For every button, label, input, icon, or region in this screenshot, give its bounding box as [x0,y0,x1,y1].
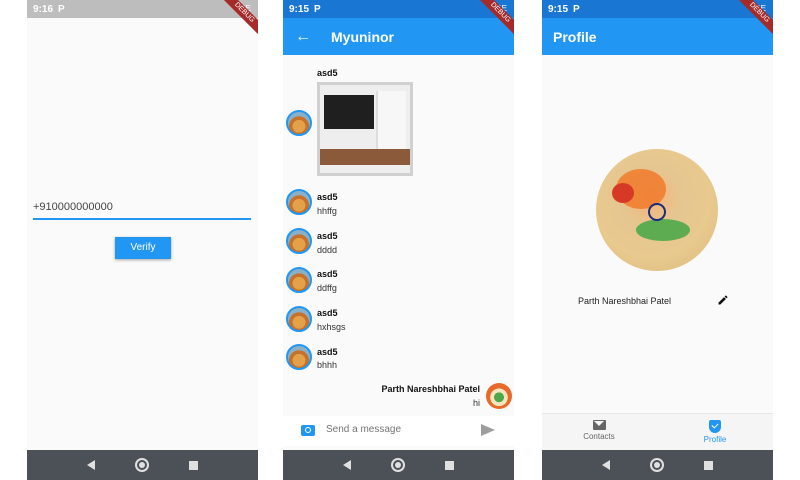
profile-picture[interactable] [596,149,718,271]
chat-title: Myuninor [331,28,394,45]
home-nav-icon[interactable] [650,458,664,472]
message-sender: asd5 [317,231,338,241]
nav-contacts[interactable]: Contacts [564,420,634,441]
camera-icon[interactable] [301,425,315,436]
recents-nav-icon[interactable] [189,460,198,470]
home-nav-icon[interactable] [391,458,405,472]
status-indicator: P [58,3,65,15]
debug-banner: DEBUG [218,0,258,40]
avatar[interactable] [286,110,312,136]
status-time: 9:15 [548,3,569,15]
profile-title: Profile [553,28,597,45]
phone-chat-screen: 9:15 P LTE DEBUG ← Myuninor asd5 asd5 hh… [283,0,514,480]
avatar[interactable] [286,189,312,215]
system-navbar [27,450,258,480]
status-time: 9:15 [289,3,310,15]
avatar[interactable] [286,228,312,254]
nav-profile-label: Profile [703,435,727,444]
back-nav-icon[interactable] [87,460,95,470]
avatar[interactable] [286,344,312,370]
recents-nav-icon[interactable] [704,460,713,470]
debug-banner: DEBUG [733,0,773,40]
message-text: hxhsgs [317,322,346,332]
message-image[interactable] [317,82,413,176]
status-indicator: P [573,3,580,15]
message-sender: Parth Nareshbhai Patel [381,384,480,394]
message-text: bhhh [317,360,338,370]
message-text: dddd [317,245,338,255]
recents-nav-icon[interactable] [445,460,454,470]
avatar[interactable] [486,383,512,409]
avatar[interactable] [286,267,312,293]
nav-contacts-label: Contacts [583,432,615,441]
message-text: hhffg [317,206,337,216]
edit-pencil-icon[interactable] [717,294,729,306]
phone-number-field[interactable]: +910000000000 [33,196,251,220]
message-input-bar [283,416,514,446]
verify-button[interactable]: Verify [115,237,171,259]
profile-name: Parth Nareshbhai Patel [578,296,672,306]
mail-icon [592,420,606,430]
status-time: 9:16 [33,3,54,15]
nav-profile[interactable]: Profile [680,420,750,444]
system-navbar [283,450,514,480]
back-arrow-icon[interactable]: ← [295,28,311,46]
message-input[interactable] [326,424,466,435]
message-sender: asd5 [317,68,338,78]
status-indicator: P [314,3,321,15]
debug-banner: DEBUG [474,0,514,40]
send-icon[interactable] [481,424,495,436]
phone-verify-screen: 9:16 P LTE DEBUG +910000000000 Verify [27,0,258,480]
message-sender: asd5 [317,192,338,202]
message-sender: asd5 [317,308,338,318]
message-text: ddffg [317,283,337,293]
shield-check-icon [709,420,721,433]
system-navbar [542,450,773,480]
message-sender: asd5 [317,269,338,279]
message-sender: asd5 [317,347,338,357]
bottom-navigation: Contacts Profile [542,413,773,450]
back-nav-icon[interactable] [602,460,610,470]
home-nav-icon[interactable] [135,458,149,472]
message-text: hi [472,398,480,408]
back-nav-icon[interactable] [343,460,351,470]
phone-profile-screen: 9:15 P LTE DEBUG Profile Parth Nareshbha… [542,0,773,480]
avatar[interactable] [286,306,312,332]
